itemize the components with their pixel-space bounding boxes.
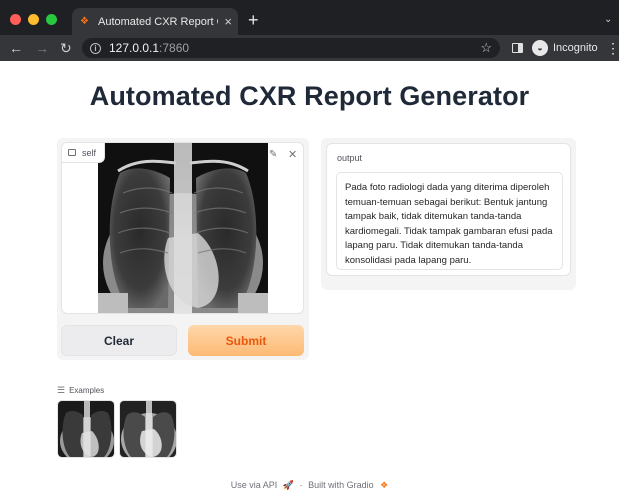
side-panel-icon[interactable] xyxy=(512,43,523,53)
url-host: 127.0.0.1 xyxy=(109,41,160,55)
gradio-favicon-icon: ❖ xyxy=(80,16,89,27)
output-textbox: output Pada foto radiologi dada yang dit… xyxy=(326,143,571,276)
new-tab-plus-icon[interactable]: + xyxy=(248,11,259,29)
browser-toolbar: ← → ↻ i 127.0.0.1:7860 ☆ ◒ Incognito ⋮ xyxy=(0,35,619,61)
footer: Use via API 🚀 · Built with Gradio ❖ xyxy=(0,480,619,491)
window-controls xyxy=(10,14,57,25)
output-panel: output Pada foto radiologi dada yang dit… xyxy=(321,138,576,290)
example-thumbnail-2[interactable] xyxy=(119,400,177,458)
tab-close-icon[interactable]: × xyxy=(224,14,232,29)
reload-icon[interactable]: ↻ xyxy=(60,39,72,57)
site-info-icon[interactable]: i xyxy=(90,42,101,54)
bookmark-star-icon[interactable]: ☆ xyxy=(480,40,492,56)
footer-separator: · xyxy=(299,480,303,490)
gradio-app: Automated CXR Report Generator self ✎ ✕ … xyxy=(0,61,619,491)
incognito-label[interactable]: Incognito xyxy=(553,42,598,54)
close-window-button[interactable] xyxy=(10,14,21,25)
browser-tab[interactable]: ❖ Automated CXR Report Genera × xyxy=(72,8,238,35)
rocket-icon: 🚀 xyxy=(282,480,295,490)
browser-menu-icon[interactable]: ⋮ xyxy=(606,39,619,57)
example-thumbnail-1[interactable] xyxy=(57,400,115,458)
url-port: :7860 xyxy=(159,41,190,55)
minimize-window-button[interactable] xyxy=(28,14,39,25)
address-bar[interactable]: i 127.0.0.1:7860 ☆ xyxy=(82,38,500,58)
image-icon xyxy=(68,149,76,156)
page-title: Automated CXR Report Generator xyxy=(89,81,530,111)
examples-header: ☰ Examples xyxy=(57,385,104,396)
example-xray-2 xyxy=(120,401,176,457)
clear-image-icon[interactable]: ✕ xyxy=(288,148,297,161)
examples-label: Examples xyxy=(69,386,105,395)
built-with-gradio-link[interactable]: Built with Gradio xyxy=(308,480,374,490)
list-icon: ☰ xyxy=(57,385,66,395)
forward-arrow-icon[interactable]: → xyxy=(35,39,49,57)
tab-search-chevron-icon[interactable]: ⌄ xyxy=(604,14,612,25)
back-arrow-icon[interactable]: ← xyxy=(9,39,23,57)
output-text[interactable]: Pada foto radiologi dada yang diterima d… xyxy=(336,172,563,270)
image-label-text: self xyxy=(82,147,97,158)
maximize-window-button[interactable] xyxy=(46,14,57,25)
image-upload[interactable]: self ✎ ✕ xyxy=(61,142,304,314)
example-xray-1 xyxy=(58,401,114,457)
use-via-api-link[interactable]: Use via API xyxy=(231,480,278,490)
chest-xray-image xyxy=(98,143,268,313)
clear-button[interactable]: Clear xyxy=(61,325,177,356)
edit-pencil-icon[interactable]: ✎ xyxy=(269,149,277,160)
output-label: output xyxy=(337,153,363,163)
gradio-logo-icon: ❖ xyxy=(380,480,389,490)
tab-title: Automated CXR Report Genera xyxy=(98,15,218,28)
incognito-icon[interactable]: ◒ xyxy=(532,40,548,56)
image-label: self xyxy=(62,143,106,163)
submit-button[interactable]: Submit xyxy=(188,325,304,356)
browser-tab-strip: ❖ Automated CXR Report Genera × + ⌄ xyxy=(0,0,619,35)
input-panel: self ✎ ✕ Clear Submit xyxy=(57,138,309,360)
